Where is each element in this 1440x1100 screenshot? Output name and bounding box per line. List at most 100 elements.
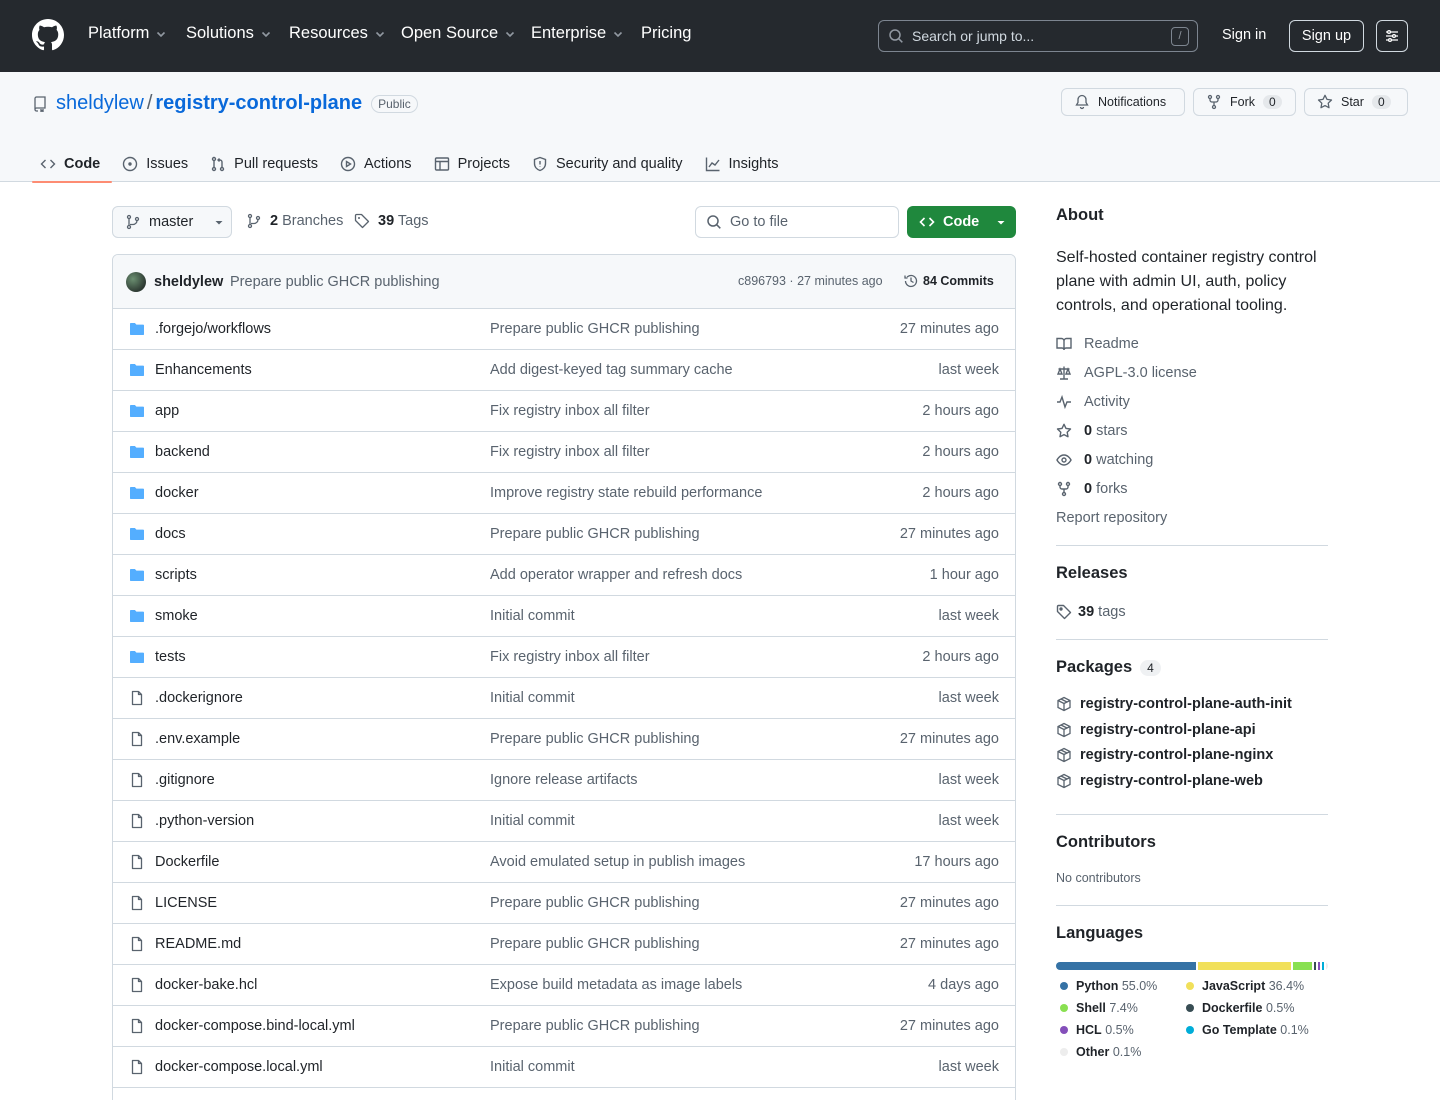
file-name-link[interactable]: .python-version: [155, 813, 254, 829]
package-link[interactable]: registry-control-plane-api: [1056, 722, 1256, 738]
tab-projects[interactable]: Projects: [426, 146, 522, 182]
table-row[interactable]: docker Improve registry state rebuild per…: [113, 473, 1015, 514]
nav-enterprise[interactable]: Enterprise: [531, 24, 624, 43]
language-item[interactable]: HCL 0.5%: [1060, 1023, 1134, 1037]
file-name-link[interactable]: backend: [155, 444, 210, 460]
file-commit-message-link[interactable]: Fix registry inbox all filter: [490, 403, 650, 419]
table-row[interactable]: .forgejo/workflows Prepare public GHCR pu…: [113, 309, 1015, 350]
file-name-link[interactable]: .env.example: [155, 731, 240, 747]
table-row[interactable]: backend Fix registry inbox all filter 2 ho…: [113, 432, 1015, 473]
file-commit-message-link[interactable]: Fix registry inbox all filter: [490, 444, 650, 460]
file-name-link[interactable]: app: [155, 403, 179, 419]
table-row[interactable]: smoke Initial commit last week: [113, 596, 1015, 637]
stars-link[interactable]: 0 stars: [1056, 423, 1128, 439]
contributors-title[interactable]: Contributors: [1056, 833, 1156, 852]
header-menu-button[interactable]: [1376, 20, 1408, 52]
file-commit-message-link[interactable]: Initial commit: [490, 1059, 575, 1075]
file-name-link[interactable]: smoke: [155, 608, 198, 624]
table-row[interactable]: .gitignore Ignore release artifacts last w…: [113, 760, 1015, 801]
file-commit-message-link[interactable]: Add operator wrapper and refresh docs: [490, 567, 742, 583]
package-link[interactable]: registry-control-plane-nginx: [1056, 747, 1273, 763]
file-name-link[interactable]: README.md: [155, 936, 241, 952]
releases-title[interactable]: Releases: [1056, 564, 1128, 583]
language-item[interactable]: JavaScript 36.4%: [1186, 979, 1304, 993]
file-commit-message-link[interactable]: Ignore release artifacts: [490, 772, 638, 788]
package-link[interactable]: registry-control-plane-auth-init: [1056, 696, 1292, 712]
file-commit-message-link[interactable]: Initial commit: [490, 608, 575, 624]
tab-code[interactable]: Code: [32, 146, 113, 183]
branch-selector[interactable]: master: [112, 206, 232, 238]
avatar[interactable]: [126, 272, 146, 292]
code-dropdown-button[interactable]: Code: [907, 206, 1016, 238]
release-tags-link[interactable]: 39 tags: [1056, 604, 1126, 620]
notifications-button[interactable]: Notifications: [1061, 88, 1185, 116]
packages-title[interactable]: Packages 4: [1056, 658, 1161, 677]
global-search-input[interactable]: Search or jump to... /: [878, 20, 1198, 52]
readme-link[interactable]: Readme: [1056, 336, 1139, 352]
file-commit-message-link[interactable]: Fix registry inbox all filter: [490, 649, 650, 665]
repo-name-link[interactable]: registry-control-plane: [155, 92, 362, 115]
table-row[interactable]: tests Fix registry inbox all filter 2 hour…: [113, 637, 1015, 678]
file-commit-message-link[interactable]: Prepare public GHCR publishing: [490, 895, 700, 911]
table-row[interactable]: LICENSE Prepare public GHCR publishing 27 …: [113, 883, 1015, 924]
language-item[interactable]: Python 55.0%: [1060, 979, 1157, 993]
file-commit-message-link[interactable]: Add digest-keyed tag summary cache: [490, 362, 733, 378]
file-name-link[interactable]: LICENSE: [155, 895, 217, 911]
tab-actions[interactable]: Actions: [332, 146, 424, 182]
language-item[interactable]: Other 0.1%: [1060, 1045, 1141, 1059]
file-name-link[interactable]: .gitignore: [155, 772, 215, 788]
file-commit-message-link[interactable]: Initial commit: [490, 690, 575, 706]
file-name-link[interactable]: docker-compose.local.yml: [155, 1059, 323, 1075]
table-row[interactable]: docs Prepare public GHCR publishing 27 min…: [113, 514, 1015, 555]
file-commit-message-link[interactable]: Expose build metadata as image labels: [490, 977, 742, 993]
file-name-link[interactable]: .dockerignore: [155, 690, 243, 706]
tab-insights[interactable]: Insights: [697, 146, 791, 182]
commit-author-link[interactable]: sheldylew: [154, 274, 223, 290]
file-name-link[interactable]: .forgejo/workflows: [155, 321, 271, 337]
tab-pull-requests[interactable]: Pull requests: [202, 146, 330, 182]
tab-issues[interactable]: Issues: [114, 146, 200, 182]
nav-open-source[interactable]: Open Source: [401, 24, 516, 43]
report-repository-link[interactable]: Report repository: [1056, 510, 1167, 526]
file-commit-message-link[interactable]: Improve registry state rebuild performan…: [490, 485, 762, 501]
table-row[interactable]: docker-compose.bind-local.yml Prepare pub…: [113, 1006, 1015, 1047]
table-row[interactable]: app Fix registry inbox all filter 2 hours …: [113, 391, 1015, 432]
file-name-link[interactable]: scripts: [155, 567, 197, 583]
commits-link[interactable]: 84 Commits: [903, 273, 994, 289]
file-name-link[interactable]: docs: [155, 526, 186, 542]
file-commit-message-link[interactable]: Initial commit: [490, 813, 575, 829]
go-to-file-input[interactable]: Go to file: [695, 206, 899, 238]
file-commit-message-link[interactable]: Prepare public GHCR publishing: [490, 1018, 700, 1034]
package-link[interactable]: registry-control-plane-web: [1056, 773, 1263, 789]
language-item[interactable]: Dockerfile 0.5%: [1186, 1001, 1294, 1015]
table-row[interactable]: README.md Prepare public GHCR publishing 2…: [113, 924, 1015, 965]
table-row[interactable]: .python-version Initial commit last week: [113, 801, 1015, 842]
tags-link[interactable]: 39 Tags: [354, 213, 429, 229]
tab-security[interactable]: Security and quality: [524, 146, 695, 182]
table-row[interactable]: Enhancements Add digest-keyed tag summary…: [113, 350, 1015, 391]
repo-owner-link[interactable]: sheldylew: [56, 92, 144, 115]
activity-link[interactable]: Activity: [1056, 394, 1130, 410]
file-name-link[interactable]: docker: [155, 485, 199, 501]
file-name-link[interactable]: Enhancements: [155, 362, 252, 378]
table-row[interactable]: docker-compose.local.yml Initial commit la…: [113, 1047, 1015, 1088]
file-commit-message-link[interactable]: Prepare public GHCR publishing: [490, 526, 700, 542]
nav-solutions[interactable]: Solutions: [186, 24, 272, 43]
fork-button[interactable]: Fork 0: [1193, 88, 1296, 116]
commit-hash-time[interactable]: c896793 · 27 minutes ago: [738, 274, 883, 288]
license-link[interactable]: AGPL-3.0 license: [1056, 365, 1197, 381]
table-row[interactable]: Dockerfile Avoid emulated setup in publis…: [113, 842, 1015, 883]
nav-platform[interactable]: Platform: [88, 24, 167, 43]
branches-link[interactable]: 2 Branches: [246, 213, 343, 229]
sign-in-link[interactable]: Sign in: [1222, 27, 1266, 43]
star-button[interactable]: Star 0: [1304, 88, 1408, 116]
table-row[interactable]: docker-bake.hcl Expose build metadata as …: [113, 965, 1015, 1006]
file-commit-message-link[interactable]: Prepare public GHCR publishing: [490, 936, 700, 952]
file-name-link[interactable]: docker-compose.bind-local.yml: [155, 1018, 355, 1034]
nav-resources[interactable]: Resources: [289, 24, 386, 43]
commit-message-link[interactable]: Prepare public GHCR publishing: [230, 274, 440, 290]
file-commit-message-link[interactable]: Avoid emulated setup in publish images: [490, 854, 745, 870]
file-commit-message-link[interactable]: Prepare public GHCR publishing: [490, 321, 700, 337]
forks-link[interactable]: 0 forks: [1056, 481, 1128, 497]
sign-up-button[interactable]: Sign up: [1289, 20, 1364, 52]
